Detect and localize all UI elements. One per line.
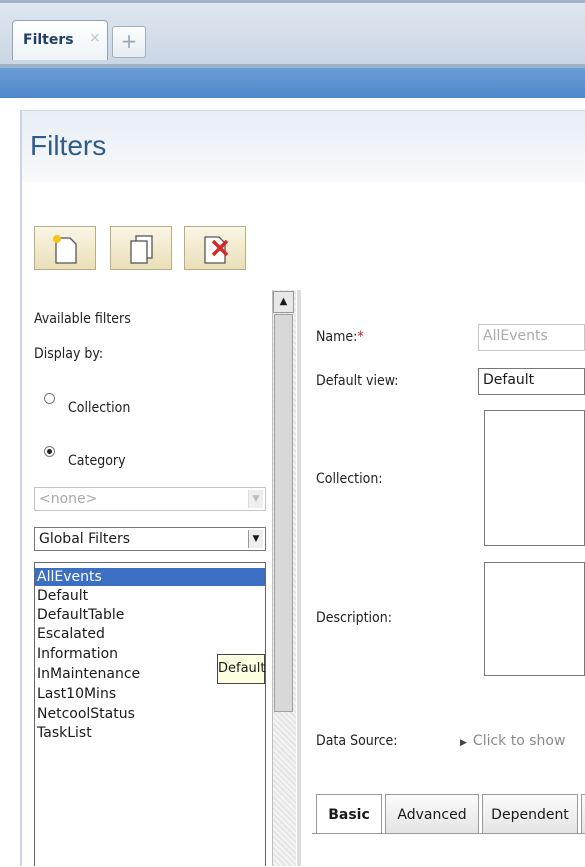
blue-banner bbox=[0, 68, 585, 98]
tab-overflow[interactable] bbox=[581, 794, 585, 834]
radio-category[interactable] bbox=[44, 446, 55, 457]
add-tab-button[interactable]: + bbox=[112, 26, 146, 58]
display-by-label: Display by: bbox=[34, 346, 104, 362]
page-title: Filters bbox=[30, 130, 107, 161]
description-label: Description: bbox=[316, 610, 392, 626]
scroll-up-icon[interactable]: ▲ bbox=[273, 291, 294, 313]
collection-select-value: <none> bbox=[39, 491, 98, 507]
delete-filter-button[interactable] bbox=[184, 226, 246, 270]
copy-filter-button[interactable] bbox=[110, 226, 172, 270]
tab-dependent[interactable]: Dependent bbox=[482, 794, 578, 834]
radio-category-label: Category bbox=[68, 453, 126, 469]
default-view-label: Default view: bbox=[316, 373, 399, 389]
required-marker: * bbox=[357, 329, 364, 345]
tab-content bbox=[312, 833, 585, 867]
default-view-value: Default bbox=[483, 372, 535, 388]
tab-filters[interactable]: Filters × bbox=[12, 20, 108, 60]
list-item[interactable]: NetcoolStatus bbox=[35, 705, 265, 723]
description-textarea[interactable] bbox=[484, 562, 585, 676]
new-document-icon bbox=[53, 235, 77, 264]
list-item[interactable]: TaskList bbox=[35, 724, 265, 742]
collection-select: <none> ▼ bbox=[34, 487, 266, 511]
data-source-toggle[interactable]: ▶ Click to show bbox=[460, 733, 565, 749]
list-item[interactable]: AllEvents bbox=[35, 568, 265, 586]
caret-right-icon: ▶ bbox=[460, 738, 467, 748]
tab-filters-label: Filters bbox=[23, 32, 74, 48]
radio-collection-label: Collection bbox=[68, 400, 131, 416]
tab-advanced[interactable]: Advanced bbox=[385, 794, 479, 834]
collection-label: Collection: bbox=[316, 471, 383, 487]
default-view-field[interactable]: Default bbox=[478, 368, 585, 395]
click-to-show-link[interactable]: Click to show bbox=[473, 733, 566, 749]
chevron-down-icon[interactable]: ▼ bbox=[248, 530, 263, 548]
list-item[interactable]: Escalated bbox=[35, 625, 265, 643]
collection-textarea[interactable] bbox=[484, 410, 585, 546]
category-select-value: Global Filters bbox=[39, 531, 131, 547]
name-field-value: AllEvents bbox=[483, 328, 548, 344]
scrollbar-thumb[interactable] bbox=[274, 314, 293, 712]
tab-basic[interactable]: Basic bbox=[316, 794, 382, 834]
category-select[interactable]: Global Filters ▼ bbox=[34, 527, 266, 551]
delete-icon bbox=[204, 236, 229, 264]
name-label-text: Name: bbox=[316, 329, 358, 345]
name-field: AllEvents bbox=[478, 324, 585, 351]
data-source-label: Data Source: bbox=[316, 733, 398, 749]
name-label: Name:* bbox=[316, 329, 364, 345]
tooltip: Default bbox=[217, 654, 266, 684]
radio-collection[interactable] bbox=[44, 393, 55, 404]
list-item[interactable]: DefaultTable bbox=[35, 606, 265, 624]
new-filter-button[interactable] bbox=[34, 226, 96, 270]
copy-icon bbox=[130, 235, 153, 264]
available-filters-label: Available filters bbox=[34, 311, 131, 327]
chevron-down-icon: ▼ bbox=[248, 490, 263, 508]
splitter[interactable] bbox=[297, 290, 301, 866]
list-item[interactable]: Last10Mins bbox=[35, 685, 265, 703]
filter-list[interactable]: AllEvents Default DefaultTable Escalated… bbox=[34, 562, 266, 866]
close-icon[interactable]: × bbox=[89, 30, 101, 46]
list-item[interactable]: Default bbox=[35, 587, 265, 605]
